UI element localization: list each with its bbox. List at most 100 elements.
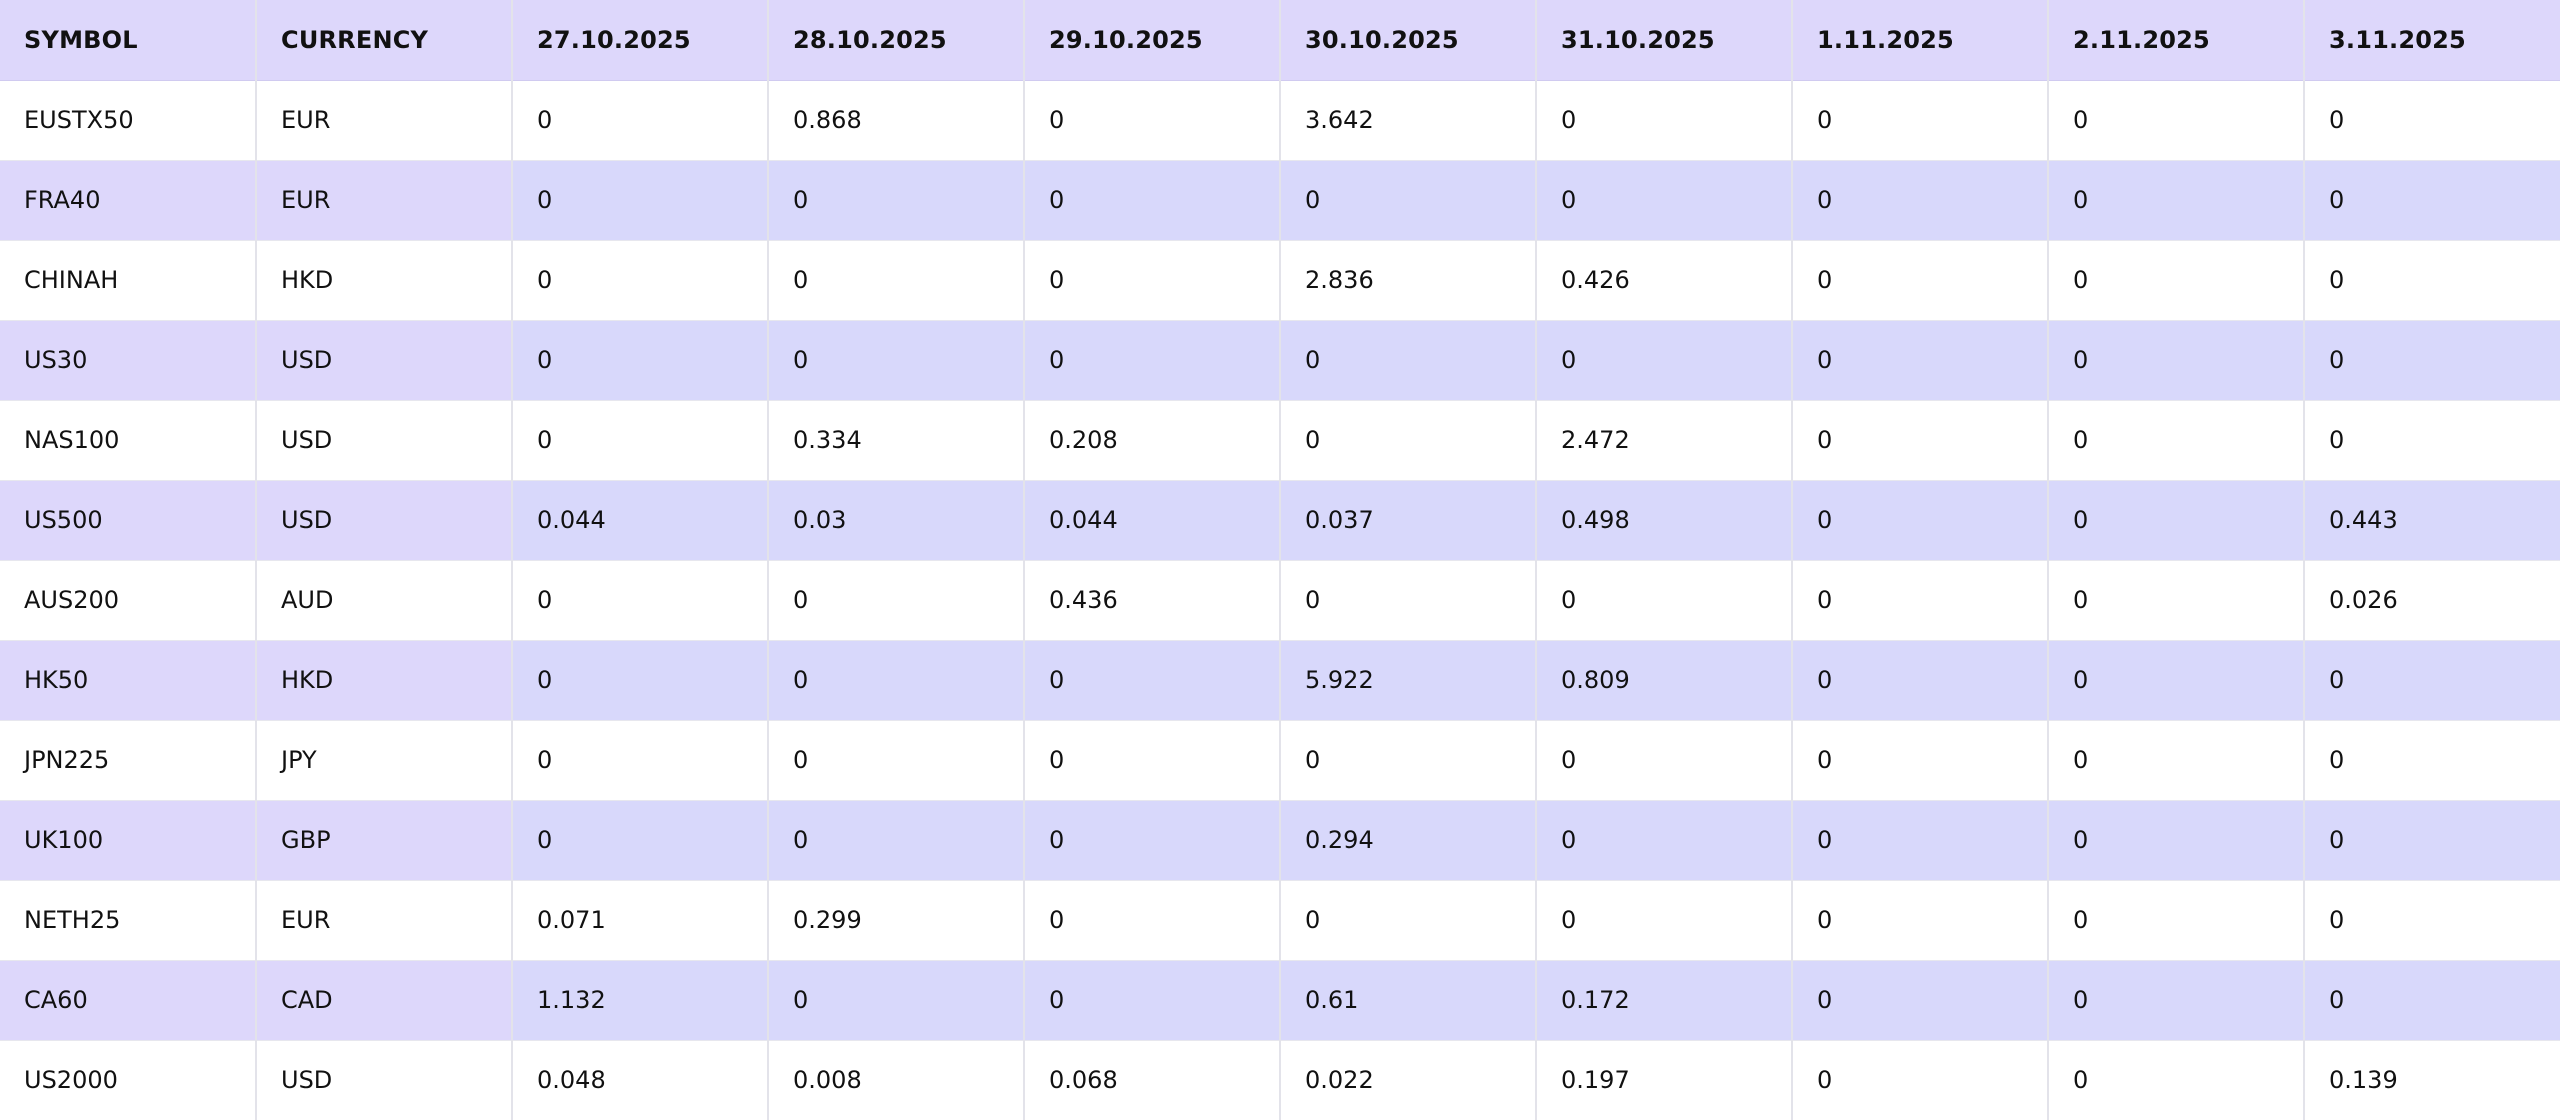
value-cell: 0 bbox=[512, 400, 769, 481]
value-cell: 0.809 bbox=[1536, 640, 1793, 721]
table-row[interactable]: US30 USD 0 0 0 0 0 0 0 0 bbox=[0, 320, 2560, 401]
value-cell: 0 bbox=[2048, 640, 2305, 721]
currency-cell: AUD bbox=[256, 560, 513, 641]
value-cell: 0 bbox=[768, 560, 1025, 641]
value-cell: 0 bbox=[1536, 560, 1793, 641]
table-row[interactable]: US500 USD 0.044 0.03 0.044 0.037 0.498 0 0 0.443 bbox=[0, 480, 2560, 561]
value-cell: 0 bbox=[1280, 320, 1537, 401]
table-header: SYMBOL CURRENCY 27.10.2025 28.10.2025 29… bbox=[0, 0, 2560, 81]
currency-cell: USD bbox=[256, 480, 513, 561]
column-header-date-8[interactable]: 3.11.2025 bbox=[2304, 0, 2560, 81]
column-header-date-3[interactable]: 29.10.2025 bbox=[1024, 0, 1281, 81]
symbol-cell: FRA40 bbox=[0, 160, 257, 241]
table-row[interactable]: UK100 GBP 0 0 0 0.294 0 0 0 0 bbox=[0, 800, 2560, 881]
symbol-cell: US500 bbox=[0, 480, 257, 561]
currency-cell: USD bbox=[256, 320, 513, 401]
symbol-cell: AUS200 bbox=[0, 560, 257, 641]
value-cell: 0 bbox=[1792, 240, 2049, 321]
currency-cell: HKD bbox=[256, 240, 513, 321]
column-header-symbol[interactable]: SYMBOL bbox=[0, 0, 257, 81]
value-cell: 0 bbox=[1280, 880, 1537, 961]
table-row[interactable]: AUS200 AUD 0 0 0.436 0 0 0 0 0.026 bbox=[0, 560, 2560, 641]
value-cell: 0 bbox=[1792, 800, 2049, 881]
value-cell: 0.172 bbox=[1536, 960, 1793, 1041]
value-cell: 0.197 bbox=[1536, 1040, 1793, 1120]
value-cell: 0 bbox=[1024, 640, 1281, 721]
table-row[interactable]: HK50 HKD 0 0 0 5.922 0.809 0 0 0 bbox=[0, 640, 2560, 721]
value-cell: 0 bbox=[2304, 880, 2560, 961]
value-cell: 0.068 bbox=[1024, 1040, 1281, 1120]
currency-cell: USD bbox=[256, 400, 513, 481]
value-cell: 0 bbox=[768, 800, 1025, 881]
symbol-cell: UK100 bbox=[0, 800, 257, 881]
value-cell: 0 bbox=[1792, 400, 2049, 481]
table-row[interactable]: JPN225 JPY 0 0 0 0 0 0 0 0 bbox=[0, 720, 2560, 801]
value-cell: 0 bbox=[2048, 720, 2305, 801]
currency-cell: HKD bbox=[256, 640, 513, 721]
table-row[interactable]: CHINAH HKD 0 0 0 2.836 0.426 0 0 0 bbox=[0, 240, 2560, 321]
value-cell: 0 bbox=[512, 80, 769, 161]
value-cell: 0 bbox=[1792, 720, 2049, 801]
value-cell: 0.61 bbox=[1280, 960, 1537, 1041]
value-cell: 0 bbox=[1024, 240, 1281, 321]
value-cell: 0 bbox=[2048, 960, 2305, 1041]
table-row[interactable]: CA60 CAD 1.132 0 0 0.61 0.172 0 0 0 bbox=[0, 960, 2560, 1041]
column-header-date-7[interactable]: 2.11.2025 bbox=[2048, 0, 2305, 81]
value-cell: 0 bbox=[2304, 640, 2560, 721]
value-cell: 0 bbox=[1280, 720, 1537, 801]
value-cell: 0 bbox=[2048, 1040, 2305, 1120]
value-cell: 0.044 bbox=[512, 480, 769, 561]
value-cell: 0.026 bbox=[2304, 560, 2560, 641]
value-cell: 0 bbox=[1280, 560, 1537, 641]
value-cell: 0.426 bbox=[1536, 240, 1793, 321]
column-header-date-6[interactable]: 1.11.2025 bbox=[1792, 0, 2049, 81]
value-cell: 0 bbox=[1280, 400, 1537, 481]
value-cell: 3.642 bbox=[1280, 80, 1537, 161]
value-cell: 0 bbox=[2048, 400, 2305, 481]
value-cell: 0 bbox=[1536, 160, 1793, 241]
value-cell: 0 bbox=[1792, 560, 2049, 641]
value-cell: 0.03 bbox=[768, 480, 1025, 561]
value-cell: 0.048 bbox=[512, 1040, 769, 1120]
value-cell: 0 bbox=[2048, 320, 2305, 401]
value-cell: 0 bbox=[512, 320, 769, 401]
currency-cell: GBP bbox=[256, 800, 513, 881]
value-cell: 0.208 bbox=[1024, 400, 1281, 481]
table-row[interactable]: NAS100 USD 0 0.334 0.208 0 2.472 0 0 0 bbox=[0, 400, 2560, 481]
column-header-currency[interactable]: CURRENCY bbox=[256, 0, 513, 81]
currency-cell: EUR bbox=[256, 80, 513, 161]
value-cell: 0 bbox=[2304, 160, 2560, 241]
table-row[interactable]: FRA40 EUR 0 0 0 0 0 0 0 0 bbox=[0, 160, 2560, 241]
value-cell: 0 bbox=[512, 640, 769, 721]
value-cell: 0 bbox=[1792, 480, 2049, 561]
value-cell: 0 bbox=[1280, 160, 1537, 241]
value-cell: 0.436 bbox=[1024, 560, 1281, 641]
value-cell: 0 bbox=[1536, 800, 1793, 881]
value-cell: 0 bbox=[1792, 880, 2049, 961]
value-cell: 0 bbox=[1024, 960, 1281, 1041]
table-row[interactable]: US2000 USD 0.048 0.008 0.068 0.022 0.197 0 0 0.13… bbox=[0, 1040, 2560, 1120]
value-cell: 0 bbox=[1792, 80, 2049, 161]
column-header-date-5[interactable]: 31.10.2025 bbox=[1536, 0, 1793, 81]
value-cell: 0 bbox=[768, 720, 1025, 801]
table-row[interactable]: EUSTX50 EUR 0 0.868 0 3.642 0 0 0 0 bbox=[0, 80, 2560, 161]
column-header-date-4[interactable]: 30.10.2025 bbox=[1280, 0, 1537, 81]
value-cell: 0 bbox=[2048, 480, 2305, 561]
value-cell: 0 bbox=[1024, 720, 1281, 801]
value-cell: 0 bbox=[2304, 320, 2560, 401]
value-cell: 0 bbox=[512, 240, 769, 321]
column-header-date-2[interactable]: 28.10.2025 bbox=[768, 0, 1025, 81]
column-header-date-1[interactable]: 27.10.2025 bbox=[512, 0, 769, 81]
table-row[interactable]: NETH25 EUR 0.071 0.299 0 0 0 0 0 0 bbox=[0, 880, 2560, 961]
value-cell: 0.044 bbox=[1024, 480, 1281, 561]
symbol-cell: US2000 bbox=[0, 1040, 257, 1120]
table-body: EUSTX50 EUR 0 0.868 0 3.642 0 0 0 0 FRA40 EUR 0 0 0 0 0 0… bbox=[0, 80, 2560, 1120]
value-cell: 0 bbox=[2048, 160, 2305, 241]
value-cell: 0 bbox=[768, 160, 1025, 241]
symbol-cell: EUSTX50 bbox=[0, 80, 257, 161]
dividend-table-container: SYMBOL CURRENCY 27.10.2025 28.10.2025 29… bbox=[0, 0, 2560, 1120]
value-cell: 2.472 bbox=[1536, 400, 1793, 481]
value-cell: 0 bbox=[2048, 560, 2305, 641]
value-cell: 0.022 bbox=[1280, 1040, 1537, 1120]
value-cell: 0 bbox=[2048, 240, 2305, 321]
